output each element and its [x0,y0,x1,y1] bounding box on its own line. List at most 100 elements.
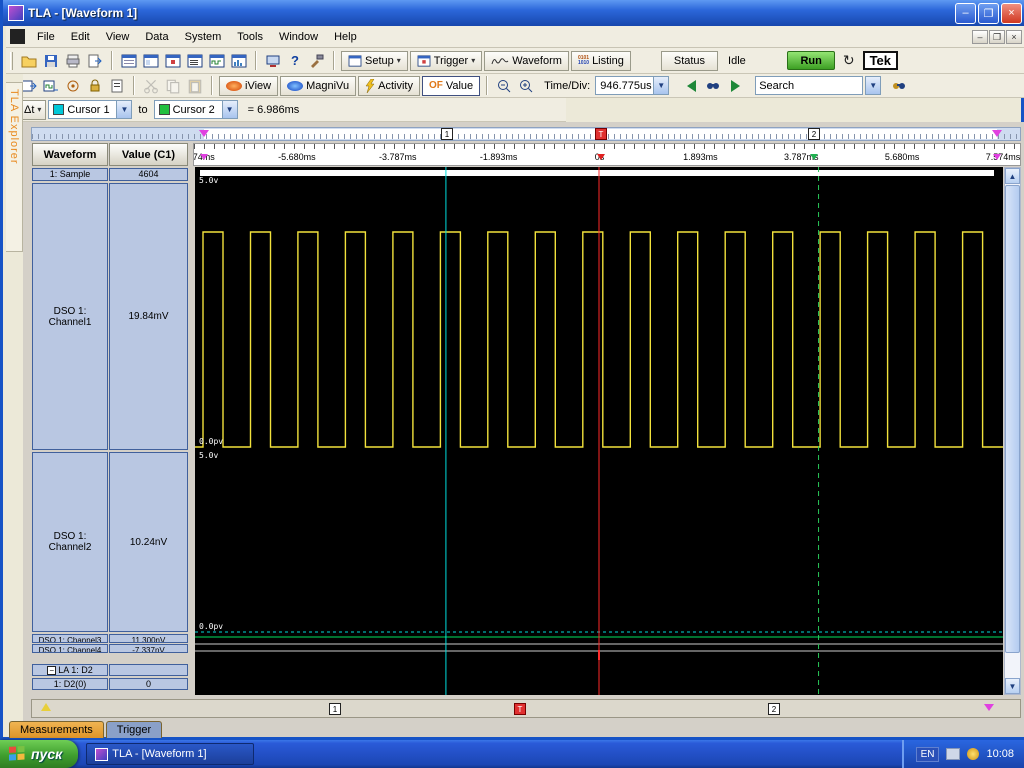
delta-time-button[interactable]: Δt ▾ [19,100,46,120]
minimize-button[interactable]: – [955,3,976,24]
tab-trigger[interactable]: Trigger [106,721,162,738]
chevron-down-icon[interactable]: ▼ [222,101,237,118]
search-all-icon[interactable] [889,76,909,95]
waveform-window-icon[interactable] [207,51,227,70]
column-header-value[interactable]: Value (C1) [109,143,188,166]
range-marker[interactable] [993,154,1001,160]
menu-item-file[interactable]: File [29,28,63,46]
waveform-row-value[interactable]: 10.24nV [109,452,188,632]
search-input[interactable] [755,76,863,95]
cursor2-select[interactable]: Cursor 2 ▼ [154,100,238,119]
cursor1-select[interactable]: Cursor 1 ▼ [48,100,132,119]
close-button[interactable]: × [1001,3,1022,24]
taskbar-task-button[interactable]: TLA - [Waveform 1] [86,743,254,765]
chevron-down-icon[interactable]: ▼ [116,101,131,118]
paste-icon[interactable] [185,76,205,95]
start-button[interactable]: пуск [0,740,78,768]
trigger-window-icon[interactable] [163,51,183,70]
restore-button[interactable]: ❐ [978,3,999,24]
menu-item-system[interactable]: System [177,28,230,46]
scroll-down-button[interactable]: ▼ [1005,678,1020,694]
waveform-button[interactable]: Waveform [484,51,569,71]
waveform-row-value[interactable]: -7.337nV [109,644,188,653]
v-scrollbar[interactable]: ▲ ▼ [1004,167,1021,695]
language-indicator[interactable]: EN [916,747,940,762]
goto-mark-icon[interactable] [63,76,83,95]
lock-icon[interactable] [85,76,105,95]
ruler-mark-1[interactable]: 1 [441,128,453,140]
export-icon[interactable] [85,51,105,70]
menu-item-data[interactable]: Data [137,28,176,46]
setup-button[interactable]: Setup ▾ [341,51,408,71]
waveform-row-label[interactable]: 1: Sample [32,168,108,181]
mdi-restore-button[interactable]: ❐ [989,30,1005,44]
iview-button[interactable]: iView [219,76,278,96]
copy-icon[interactable] [163,76,183,95]
overview-ruler[interactable]: 1T2 [31,127,1021,141]
waveform-row-value[interactable]: 0 [109,678,188,690]
properties-icon[interactable] [107,76,127,95]
document-icon[interactable] [10,29,25,44]
trigger-marker[interactable] [597,154,605,160]
tray-display-icon[interactable] [946,748,960,760]
range-marker[interactable] [200,154,208,160]
listing-window-icon[interactable] [185,51,205,70]
position-ruler[interactable]: 1T2 [31,699,1021,718]
tla-explorer-tab[interactable]: TLA Explorer [6,82,23,252]
analysis-tools-icon[interactable] [307,51,327,70]
menu-item-help[interactable]: Help [326,28,365,46]
position-marker[interactable] [41,703,51,711]
magnivu-button[interactable]: MagniVu [280,76,356,96]
waveform-row-label[interactable]: DSO 1: Channel1 [32,183,108,450]
of-value-button[interactable]: OF Value [422,76,480,96]
range-marker[interactable] [199,130,209,137]
add-waveform-icon[interactable] [41,76,61,95]
column-header-waveform[interactable]: Waveform [32,143,108,166]
chevron-down-icon[interactable]: ▼ [653,77,668,94]
range-marker[interactable] [992,130,1002,137]
search-select-arrow[interactable]: ▼ [865,76,881,95]
waveform-row-label[interactable]: 1: D2(0) [32,678,108,690]
waveform-row-value[interactable]: 11.300nV [109,634,188,643]
previous-edge-button[interactable] [681,76,701,95]
timediv-select[interactable]: 946.775us ▼ [595,76,669,95]
tray-status-icon[interactable] [967,748,979,760]
ruler-mark-1[interactable]: 1 [329,703,341,715]
scroll-up-button[interactable]: ▲ [1005,168,1020,184]
activity-button[interactable]: Activity [358,76,420,96]
listing-button[interactable]: 0101 1010 Listing [571,51,631,71]
tab-measurements[interactable]: Measurements [9,721,104,738]
menu-item-edit[interactable]: Edit [63,28,98,46]
waveform-row-label[interactable]: DSO 1: Channel3 [32,634,108,643]
setup-window-icon[interactable] [141,51,161,70]
waveform-row-label[interactable]: DSO 1: Channel2 [32,452,108,632]
trigger-button[interactable]: Trigger ▾ [410,51,482,71]
print-icon[interactable] [63,51,83,70]
zoom-out-icon[interactable] [494,76,514,95]
menu-item-tools[interactable]: Tools [229,28,271,46]
next-edge-button[interactable] [725,76,745,95]
find-icon[interactable] [703,76,723,95]
waveform-row-value[interactable] [109,664,188,676]
mdi-close-button[interactable]: × [1006,30,1022,44]
waveform-row-label[interactable]: DSO 1: Channel4 [32,644,108,653]
cut-icon[interactable] [141,76,161,95]
repeat-run-icon[interactable]: ↻ [843,52,855,69]
waveform-row-label[interactable]: −LA 1: D2 [32,664,108,676]
new-data-window-icon[interactable] [119,51,139,70]
cursor2-marker[interactable] [810,154,818,160]
collapse-icon[interactable]: − [47,666,56,675]
waveform-row-value[interactable]: 19.84mV [109,183,188,450]
waveform-row-value[interactable]: 4604 [109,168,188,181]
mdi-minimize-button[interactable]: – [972,30,988,44]
run-button[interactable]: Run [787,51,834,70]
scrollbar-thumb[interactable] [1005,185,1020,653]
save-icon[interactable] [41,51,61,70]
zoom-in-icon[interactable] [516,76,536,95]
ruler-mark-2[interactable]: 2 [768,703,780,715]
help-icon[interactable]: ? [285,51,305,70]
waveform-canvas[interactable]: 5.0v0.0pv5.0v0.0pv [195,167,1003,695]
ruler-mark-T[interactable]: T [595,128,607,140]
menu-item-view[interactable]: View [98,28,138,46]
system-config-icon[interactable] [263,51,283,70]
